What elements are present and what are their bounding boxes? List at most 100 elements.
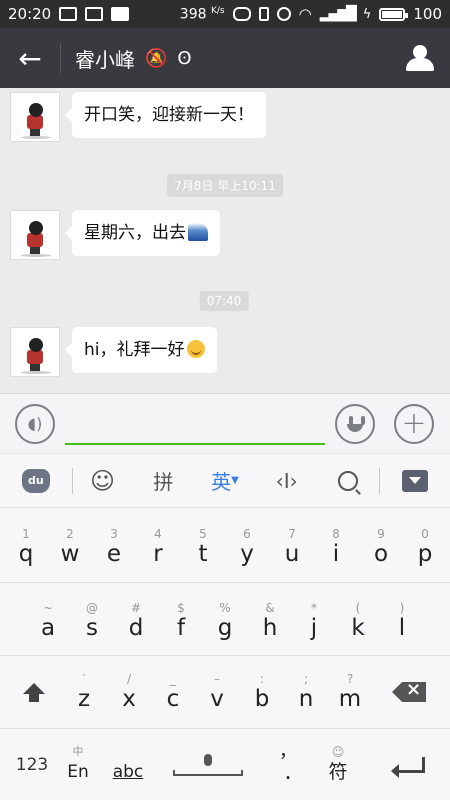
- language-switch-key[interactable]: 中 En: [56, 732, 100, 798]
- pinyin-mode-button[interactable]: 拼: [132, 453, 194, 508]
- contact-name: 睿小峰: [75, 47, 135, 72]
- smile-emoji-icon: [186, 340, 205, 358]
- key-v[interactable]: – v: [195, 658, 239, 726]
- search-button[interactable]: [318, 453, 380, 508]
- voice-input-button[interactable]: ◖): [15, 403, 55, 444]
- space-icon: [173, 770, 243, 776]
- signal-icon: ▂▄▆█: [319, 6, 357, 22]
- mute-bell-icon: 🔕: [145, 47, 168, 69]
- divider: [0, 728, 450, 729]
- wave-emoji-icon: [188, 223, 208, 241]
- backspace-key[interactable]: [378, 658, 440, 726]
- avatar[interactable]: [10, 327, 60, 377]
- timestamp: 7月8日 早上10:11: [167, 174, 283, 197]
- key-w[interactable]: 2w: [48, 514, 92, 580]
- key-p[interactable]: 0p: [403, 514, 447, 580]
- key-t[interactable]: 5t: [181, 514, 225, 580]
- key-h[interactable]: & h: [248, 588, 292, 654]
- hide-keyboard-icon: [402, 469, 429, 492]
- back-arrow-icon: ←: [18, 41, 42, 75]
- cursor-icon: ‹I›: [275, 468, 298, 493]
- earpiece-mode-icon: ʘ: [177, 47, 192, 69]
- key-i[interactable]: 8i: [314, 514, 358, 580]
- search-icon: [338, 470, 359, 491]
- abc-key[interactable]: abc: [104, 732, 152, 798]
- key-g[interactable]: % g: [203, 588, 247, 654]
- key-x[interactable]: / x: [107, 658, 151, 726]
- plus-icon: +: [401, 406, 427, 441]
- enter-icon: [391, 757, 425, 778]
- key-j[interactable]: * j: [292, 588, 336, 654]
- message-icon: [59, 7, 78, 21]
- backspace-icon: [392, 682, 426, 702]
- numbers-key[interactable]: 123: [4, 732, 60, 798]
- baidu-ime-logo-icon: du: [21, 468, 50, 493]
- alarm-icon: [276, 7, 291, 21]
- divider: [0, 655, 450, 656]
- notification-icon: [111, 7, 130, 21]
- avatar[interactable]: [10, 210, 60, 260]
- smiley-face-icon: [337, 404, 373, 444]
- title-bar: ← 睿小峰 🔕 ʘ: [0, 28, 450, 88]
- key-l[interactable]: ) l: [380, 588, 424, 654]
- key-m[interactable]: ? m: [328, 658, 372, 726]
- key-k[interactable]: (k: [336, 588, 380, 654]
- divider: [60, 43, 61, 73]
- message-row: hi，礼拜一好: [10, 327, 217, 377]
- key-s[interactable]: @ s: [70, 588, 114, 654]
- message-row: 星期六，出去: [10, 210, 220, 260]
- smiley-icon: ☺: [90, 466, 116, 495]
- space-key[interactable]: [160, 732, 256, 798]
- chat-info-button[interactable]: [390, 28, 450, 88]
- symbols-key[interactable]: ☺ 符: [316, 732, 360, 798]
- key-r[interactable]: 4r: [136, 514, 180, 580]
- key-o[interactable]: 9o: [359, 514, 403, 580]
- message-input[interactable]: [65, 414, 325, 445]
- enter-key[interactable]: [380, 732, 442, 798]
- key-u[interactable]: 7u: [270, 514, 314, 580]
- shift-icon: [23, 682, 45, 702]
- chat-area[interactable]: 开口笑，迎接新一天！ 7月8日 早上10:11 星期六，出去 07:40 hi，…: [0, 88, 450, 393]
- charging-icon: ϟ: [362, 6, 372, 22]
- message-row: 开口笑，迎接新一天！: [10, 92, 266, 142]
- dropdown-caret-icon: ▼: [231, 475, 239, 486]
- keyboard: 1q 2w 3e 4r 5t 6y 7u 8i 9o 0p ~ a @ s # d $…: [0, 508, 450, 800]
- message-bubble[interactable]: hi，礼拜一好: [65, 327, 217, 373]
- key-n[interactable]: ; n: [284, 658, 328, 726]
- key-c[interactable]: _ c: [151, 658, 195, 726]
- clock: 20:20: [8, 5, 52, 23]
- back-button[interactable]: ←: [0, 28, 60, 88]
- key-z[interactable]: ′ z: [62, 658, 106, 726]
- voice-wave-icon: ◖): [27, 414, 43, 433]
- key-e[interactable]: 3e: [92, 514, 136, 580]
- hide-keyboard-button[interactable]: [380, 453, 450, 508]
- message-bubble[interactable]: 开口笑，迎接新一天！: [65, 92, 266, 138]
- ime-logo-button[interactable]: du: [0, 453, 72, 508]
- microphone-icon: [204, 754, 212, 766]
- timestamp: 07:40: [199, 291, 249, 311]
- key-q[interactable]: 1q: [4, 514, 48, 580]
- english-mode-button[interactable]: 英 ▼: [194, 453, 256, 508]
- key-f[interactable]: $ f: [159, 588, 203, 654]
- emoji-keyboard-button[interactable]: ☺: [73, 453, 133, 508]
- message-bubble[interactable]: 星期六，出去: [65, 210, 220, 256]
- status-bar: 20:20 398 K/s ◠ ▂▄▆█ ϟ 100: [0, 0, 450, 28]
- shift-key[interactable]: [6, 658, 62, 726]
- key-b[interactable]: :b: [240, 658, 284, 726]
- keyboard-toolbar: du ☺ 拼 英 ▼ ‹I›: [0, 453, 450, 508]
- input-bar: ◖) +: [0, 393, 450, 453]
- key-a[interactable]: ~ a: [26, 588, 70, 654]
- network-speed: 398 K/s: [179, 5, 225, 23]
- key-y[interactable]: 6y: [225, 514, 269, 580]
- battery-level: 100: [413, 5, 442, 23]
- key-d[interactable]: # d: [114, 588, 158, 654]
- cursor-edit-button[interactable]: ‹I›: [256, 453, 318, 508]
- more-options-button[interactable]: +: [394, 403, 434, 444]
- vibrate-icon: [258, 7, 269, 21]
- image-icon: [85, 7, 104, 21]
- battery-icon: [379, 7, 409, 21]
- person-icon: [406, 45, 434, 71]
- avatar[interactable]: [10, 92, 60, 142]
- punctuation-key[interactable]: ，.: [266, 732, 310, 798]
- emoji-button[interactable]: [335, 403, 375, 444]
